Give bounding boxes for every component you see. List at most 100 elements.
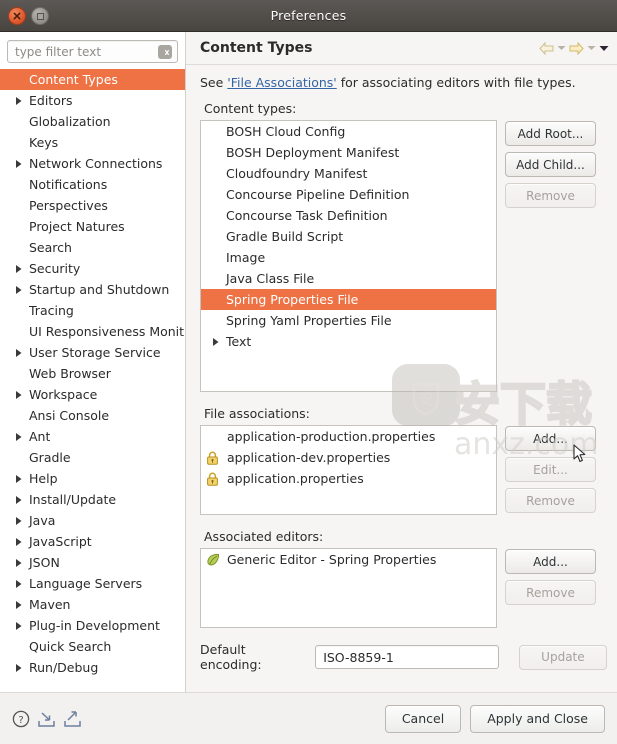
expand-arrow-icon[interactable]: [12, 558, 26, 568]
sidebar-item-user-storage-service[interactable]: User Storage Service: [0, 342, 185, 363]
content-types-list[interactable]: BOSH Cloud Config BOSH Deployment Manifes…: [200, 120, 497, 392]
import-icon[interactable]: [37, 710, 56, 728]
search-input[interactable]: [8, 41, 177, 62]
sidebar-item-help[interactable]: Help: [0, 468, 185, 489]
content-types-remove-button[interactable]: Remove: [505, 183, 596, 208]
file-association-row[interactable]: application-production.properties: [201, 426, 496, 447]
chevron-down-filled-icon[interactable]: [599, 45, 609, 52]
arrow-right-icon[interactable]: [569, 41, 584, 55]
clear-icon[interactable]: [158, 45, 172, 59]
expand-arrow-icon[interactable]: [12, 285, 26, 295]
content-types-add-child-button[interactable]: Add Child...: [505, 152, 596, 177]
associated-editors-add-button[interactable]: Add...: [505, 549, 596, 574]
sidebar-item-install-update[interactable]: Install/Update: [0, 489, 185, 510]
expand-arrow-icon[interactable]: [209, 337, 223, 347]
expand-arrow-icon[interactable]: [12, 663, 26, 673]
sidebar-item-label: Search: [29, 240, 72, 255]
file-associations-remove-button[interactable]: Remove: [505, 488, 596, 513]
content-type-row[interactable]: Spring Yaml Properties File: [201, 310, 496, 331]
expand-arrow-icon[interactable]: [12, 495, 26, 505]
expand-arrow-icon[interactable]: [12, 516, 26, 526]
file-association-row[interactable]: application-dev.properties: [201, 447, 496, 468]
close-button[interactable]: [8, 7, 26, 25]
associated-editor-row[interactable]: Generic Editor - Spring Properties: [201, 549, 496, 570]
export-icon[interactable]: [63, 710, 82, 728]
file-associations-link[interactable]: 'File Associations': [227, 75, 336, 90]
maximize-button[interactable]: [31, 7, 49, 25]
content-types-add-root-button[interactable]: Add Root...: [505, 121, 596, 146]
description-prefix: See: [200, 75, 228, 90]
sidebar-item-perspectives[interactable]: Perspectives: [0, 195, 185, 216]
expand-arrow-icon[interactable]: [12, 432, 26, 442]
file-associations-edit-button[interactable]: Edit...: [505, 457, 596, 482]
sidebar-item-web-browser[interactable]: Web Browser: [0, 363, 185, 384]
sidebar-item-search[interactable]: Search: [0, 237, 185, 258]
sidebar-item-run-debug[interactable]: Run/Debug: [0, 657, 185, 678]
content-type-label: Concourse Task Definition: [226, 208, 388, 223]
content-type-row[interactable]: Image: [201, 247, 496, 268]
update-button[interactable]: Update: [518, 644, 607, 670]
chevron-down-icon[interactable]: [557, 45, 566, 51]
sidebar-item-security[interactable]: Security: [0, 258, 185, 279]
filter-box[interactable]: [7, 40, 178, 63]
content-type-row[interactable]: BOSH Cloud Config: [201, 121, 496, 142]
cancel-button[interactable]: Cancel: [384, 704, 462, 733]
sidebar-item-keys[interactable]: Keys: [0, 132, 185, 153]
expand-arrow-icon[interactable]: [12, 621, 26, 631]
sidebar-item-gradle[interactable]: Gradle: [0, 447, 185, 468]
content-type-row[interactable]: Cloudfoundry Manifest: [201, 163, 496, 184]
sidebar-item-ansi-console[interactable]: Ansi Console: [0, 405, 185, 426]
expand-arrow-icon[interactable]: [12, 474, 26, 484]
sidebar-item-maven[interactable]: Maven: [0, 594, 185, 615]
sidebar-item-startup-and-shutdown[interactable]: Startup and Shutdown: [0, 279, 185, 300]
expand-arrow-icon[interactable]: [12, 579, 26, 589]
expand-arrow-icon[interactable]: [12, 537, 26, 547]
expand-arrow-icon[interactable]: [12, 159, 26, 169]
sidebar-item-notifications[interactable]: Notifications: [0, 174, 185, 195]
sidebar-item-json[interactable]: JSON: [0, 552, 185, 573]
associated-editor-label: Generic Editor - Spring Properties: [227, 552, 437, 567]
chevron-down-icon[interactable]: [587, 45, 596, 51]
content-type-row[interactable]: Concourse Task Definition: [201, 205, 496, 226]
preferences-tree[interactable]: Content Types Editors Globalization Keys Net…: [0, 69, 185, 681]
content-type-row[interactable]: Concourse Pipeline Definition: [201, 184, 496, 205]
sidebar-item-language-servers[interactable]: Language Servers: [0, 573, 185, 594]
arrow-left-icon[interactable]: [539, 41, 554, 55]
default-encoding-input[interactable]: [315, 645, 499, 669]
sidebar-item-network-connections[interactable]: Network Connections: [0, 153, 185, 174]
sidebar-item-globalization[interactable]: Globalization: [0, 111, 185, 132]
sidebar-item-java[interactable]: Java: [0, 510, 185, 531]
sidebar-item-ui-responsiveness-monit[interactable]: UI Responsiveness Monit: [0, 321, 185, 342]
sidebar-item-content-types[interactable]: Content Types: [0, 69, 185, 90]
content-type-row[interactable]: Java Class File: [201, 268, 496, 289]
expand-arrow-icon[interactable]: [12, 348, 26, 358]
page-header: Content Types: [186, 32, 617, 65]
file-associations-add-button[interactable]: Add...: [505, 426, 596, 451]
content-type-label: Concourse Pipeline Definition: [226, 187, 410, 202]
content-type-row[interactable]: Spring Properties File: [201, 289, 496, 310]
associated-editors-list[interactable]: Generic Editor - Spring Properties: [200, 548, 497, 628]
expand-arrow-icon[interactable]: [12, 96, 26, 106]
sidebar-item-label: Globalization: [29, 114, 111, 129]
expand-arrow-icon[interactable]: [12, 600, 26, 610]
content-type-row[interactable]: BOSH Deployment Manifest: [201, 142, 496, 163]
sidebar-item-ant[interactable]: Ant: [0, 426, 185, 447]
sidebar-item-javascript[interactable]: JavaScript: [0, 531, 185, 552]
sidebar-item-workspace[interactable]: Workspace: [0, 384, 185, 405]
sidebar-item-plug-in-development[interactable]: Plug-in Development: [0, 615, 185, 636]
content-type-row[interactable]: Gradle Build Script: [201, 226, 496, 247]
file-association-row[interactable]: application.properties: [201, 468, 496, 489]
associated-editors-remove-button[interactable]: Remove: [505, 580, 596, 605]
sidebar-item-label: Content Types: [29, 72, 118, 87]
expand-arrow-icon[interactable]: [12, 264, 26, 274]
sidebar-item-editors[interactable]: Editors: [0, 90, 185, 111]
file-association-label: application-dev.properties: [227, 450, 391, 465]
file-associations-list[interactable]: application-production.properties applica…: [200, 425, 497, 515]
help-icon[interactable]: ?: [12, 710, 30, 728]
sidebar-item-quick-search[interactable]: Quick Search: [0, 636, 185, 657]
sidebar-item-tracing[interactable]: Tracing: [0, 300, 185, 321]
expand-arrow-icon[interactable]: [12, 390, 26, 400]
sidebar-item-project-natures[interactable]: Project Natures: [0, 216, 185, 237]
content-type-row[interactable]: Text: [201, 331, 496, 352]
apply-and-close-button[interactable]: Apply and Close: [470, 704, 605, 733]
